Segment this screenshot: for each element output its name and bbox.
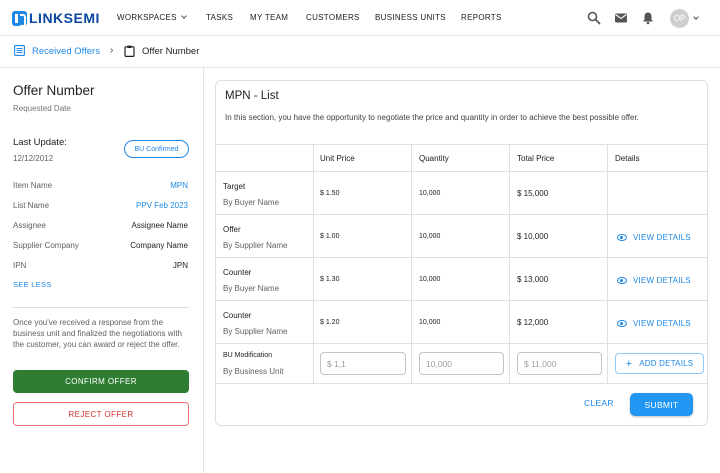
unit-price-cell: $ 1.30 (320, 276, 340, 283)
total-price-cell: $ 13,000 (517, 275, 549, 284)
row-subtitle: By Supplier Name (223, 241, 288, 250)
total-price-input[interactable] (517, 352, 602, 375)
field-label-supplier-company: Supplier Company (13, 241, 79, 250)
column-header-details: Details (615, 154, 640, 163)
last-update-label: Last Update: (13, 137, 67, 148)
quantity-input[interactable] (419, 352, 504, 375)
nav-business-units[interactable]: BUSINESS UNITS (375, 13, 446, 22)
search-icon[interactable] (587, 11, 601, 25)
logo-mark-icon (12, 10, 27, 27)
nav-my-team[interactable]: MY TEAM (250, 13, 288, 22)
row-title: Counter (223, 311, 252, 320)
plus-icon: + (625, 357, 633, 370)
column-header-quantity: Quantity (419, 154, 449, 163)
total-price-cell: $ 15,000 (517, 189, 549, 198)
field-label-assignee: Assignee (13, 221, 46, 230)
total-price-cell: $ 12,000 (517, 318, 549, 327)
table-divider (313, 144, 314, 383)
table-divider (216, 171, 707, 172)
card-description: In this section, you have the opportunit… (225, 113, 639, 122)
logo-text: LINKSEMI (29, 10, 100, 26)
chevron-down-icon (180, 13, 187, 19)
nav-workspaces-label: WORKSPACES (117, 13, 177, 22)
user-avatar[interactable]: OP (670, 9, 689, 28)
app-logo[interactable]: LINKSEMI (12, 10, 100, 27)
list-icon (14, 45, 25, 56)
table-divider (216, 257, 707, 258)
row-title: Offer (223, 225, 241, 234)
table-divider (216, 214, 707, 215)
field-value-list-name[interactable]: PPV Feb 2023 (136, 201, 188, 210)
view-details-label: VIEW DETAILS (633, 233, 691, 242)
unit-price-cell: $ 1.00 (320, 233, 340, 240)
offer-requested-date: Requested Date (13, 104, 71, 113)
table-divider (411, 144, 412, 383)
eye-icon (617, 320, 627, 327)
nav-workspaces[interactable]: WORKSPACES (117, 13, 187, 22)
total-price-cell: $ 10,000 (517, 232, 549, 241)
breadcrumb-received-offers[interactable]: Received Offers (32, 46, 100, 57)
view-details-button[interactable]: VIEW DETAILS (617, 319, 691, 328)
row-title: Target (223, 182, 246, 191)
offer-title: Offer Number (13, 83, 95, 98)
eye-icon (617, 277, 627, 284)
status-badge: BU Confirmed (124, 140, 189, 158)
view-details-button[interactable]: VIEW DETAILS (617, 233, 691, 242)
card-title: MPN - List (225, 90, 279, 102)
table-divider (216, 383, 707, 384)
field-label-ipn: IPN (13, 261, 27, 270)
award-instructions: Once you've received a response from the… (13, 318, 182, 349)
unit-price-cell: $ 1.20 (320, 319, 340, 326)
view-details-label: VIEW DETAILS (633, 276, 691, 285)
bu-modification-subtitle: By Business Unit (223, 367, 284, 376)
table-divider (216, 343, 707, 344)
nav-customers[interactable]: CUSTOMERS (306, 13, 360, 22)
row-title: Counter (223, 268, 252, 277)
breadcrumb-separator: › (110, 45, 114, 56)
submit-button[interactable]: SUBMIT (630, 393, 693, 416)
quantity-cell: 10,000 (419, 319, 441, 326)
table-divider (607, 144, 608, 383)
last-update-date: 12/12/2012 (13, 154, 54, 163)
breadcrumb-current: Offer Number (142, 46, 200, 57)
field-label-item-name: Item Name (13, 181, 53, 190)
bu-modification-title: BU Modification (223, 352, 273, 359)
quantity-cell: 10,000 (419, 276, 441, 283)
top-navigation: LINKSEMI WORKSPACES TASKS MY TEAM CUSTOM… (0, 0, 720, 36)
field-value-supplier-company: Company Name (130, 241, 188, 250)
table-divider (216, 300, 707, 301)
table-divider (509, 144, 510, 383)
quantity-cell: 10,000 (419, 233, 441, 240)
column-header-total-price: Total Price (517, 154, 555, 163)
field-label-list-name: List Name (13, 201, 50, 210)
avatar-chevron-down-icon[interactable] (693, 14, 699, 20)
row-subtitle: By Buyer Name (223, 284, 280, 293)
breadcrumb (0, 37, 720, 68)
bell-icon[interactable] (641, 11, 655, 25)
add-details-button[interactable]: + ADD DETAILS (615, 353, 704, 374)
eye-icon (617, 234, 627, 241)
quantity-cell: 10,000 (419, 190, 441, 197)
clipboard-icon (124, 45, 135, 57)
nav-tasks[interactable]: TASKS (206, 13, 233, 22)
row-subtitle: By Supplier Name (223, 327, 288, 336)
mail-icon[interactable] (614, 11, 628, 25)
unit-price-input[interactable] (320, 352, 406, 375)
divider (13, 307, 189, 308)
table-divider (216, 144, 707, 145)
reject-offer-button[interactable]: REJECT OFFER (13, 402, 189, 426)
row-subtitle: By Buyer Name (223, 198, 280, 207)
nav-reports[interactable]: REPORTS (461, 13, 502, 22)
field-value-assignee: Assignee Name (131, 221, 188, 230)
field-value-item-name[interactable]: MPN (170, 181, 188, 190)
clear-button[interactable]: CLEAR (584, 398, 614, 408)
see-less-link[interactable]: SEE LESS (13, 280, 52, 289)
confirm-offer-button[interactable]: CONFIRM OFFER (13, 370, 189, 393)
view-details-button[interactable]: VIEW DETAILS (617, 276, 691, 285)
add-details-label: ADD DETAILS (639, 359, 694, 368)
unit-price-cell: $ 1.50 (320, 190, 340, 197)
column-header-unit-price: Unit Price (320, 154, 355, 163)
field-value-ipn: JPN (172, 261, 188, 270)
view-details-label: VIEW DETAILS (633, 319, 691, 328)
